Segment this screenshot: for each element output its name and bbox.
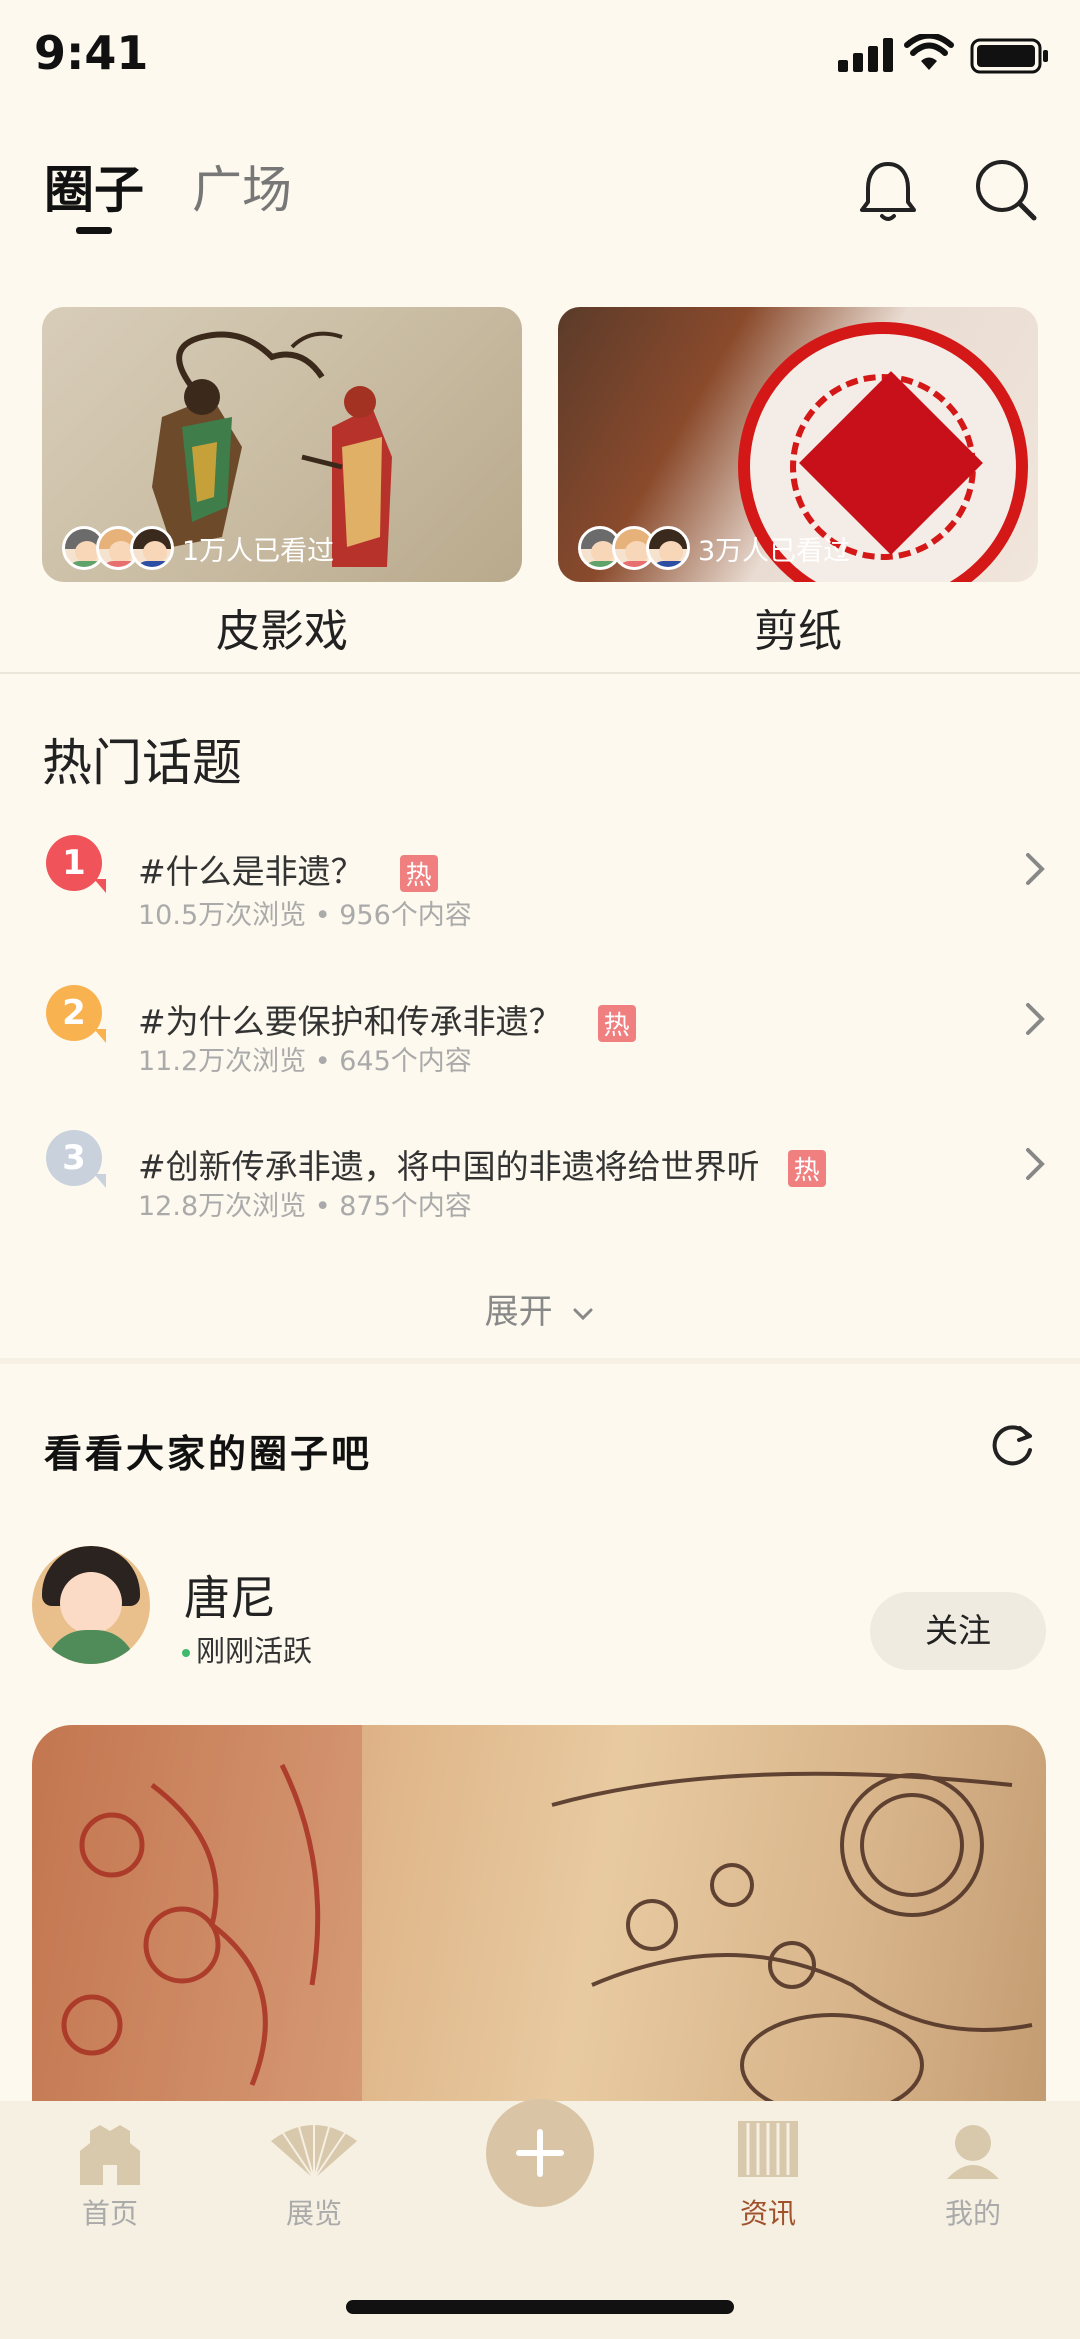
status-time: 9:41	[34, 26, 149, 80]
topic-title: #创新传承非遗，将中国的非遗将给世界听热	[138, 1140, 826, 1188]
tab-indicator	[76, 227, 112, 234]
nav-label: 首页	[81, 2197, 138, 2230]
topic-meta: 11.2万次浏览 • 645个内容	[138, 1046, 472, 1077]
signal-icon	[838, 38, 893, 72]
post-image[interactable]	[32, 1725, 1046, 2145]
hot-badge: 热	[787, 1150, 826, 1187]
topic-item[interactable]: 3 #创新传承非遗，将中国的非遗将给世界听热 12.8万次浏览 • 875个内容	[0, 1130, 1080, 1240]
topic-meta: 10.5万次浏览 • 956个内容	[138, 900, 472, 931]
follow-button[interactable]: 关注	[870, 1592, 1046, 1670]
topic-title: #什么是非遗？热	[138, 845, 438, 893]
wifi-icon	[904, 34, 954, 70]
circle-title[interactable]: 剪纸	[558, 595, 1038, 659]
chevron-right-icon	[1026, 1148, 1045, 1180]
nav-label: 我的	[944, 2197, 1001, 2230]
circle-card-shadow-play[interactable]: 1万人已看过	[42, 307, 522, 582]
bell-icon[interactable]	[858, 158, 918, 224]
hot-badge: 热	[399, 855, 438, 892]
viewers-count: 1万人已看过	[182, 535, 335, 567]
home-indicator	[346, 2300, 734, 2314]
chevron-right-icon	[1026, 853, 1045, 885]
topic-item[interactable]: 1 #什么是非遗？热 10.5万次浏览 • 956个内容	[0, 835, 1080, 945]
section-divider	[0, 1358, 1080, 1364]
search-icon[interactable]	[972, 156, 1040, 224]
chevron-right-icon	[1026, 1003, 1045, 1035]
fan-icon	[271, 2125, 357, 2180]
tab-square[interactable]: 广场	[192, 150, 292, 222]
status-bar: 9:41	[0, 0, 1080, 110]
avatar[interactable]	[32, 1546, 150, 1664]
scroll-icon	[738, 2121, 798, 2177]
hot-badge: 热	[597, 1005, 636, 1042]
circle-title[interactable]: 皮影戏	[42, 595, 522, 659]
viewer-avatars: 3万人已看过	[578, 526, 850, 570]
viewer-avatar	[646, 526, 690, 570]
user-name[interactable]: 唐尼	[184, 1562, 276, 1628]
battery-icon	[970, 38, 1048, 74]
topic-meta: 12.8万次浏览 • 875个内容	[138, 1191, 472, 1222]
user-status: 刚刚活跃	[182, 1628, 312, 1670]
chevron-down-icon	[573, 1308, 593, 1320]
user-icon	[947, 2125, 999, 2179]
add-button[interactable]	[486, 2099, 594, 2207]
topic-title: #为什么要保护和传承非遗？热	[138, 995, 636, 1043]
rank-badge: 3	[46, 1130, 106, 1188]
expand-button[interactable]: 展开	[0, 1284, 1080, 1333]
tab-circles[interactable]: 圈子	[44, 150, 144, 222]
nav-label: 展览	[285, 2197, 342, 2230]
viewers-count: 3万人已看过	[698, 535, 851, 567]
divider	[0, 672, 1080, 674]
circle-card-paper-cut[interactable]: 3万人已看过	[558, 307, 1038, 582]
paper-cut-post-art	[32, 1725, 1033, 2145]
refresh-icon[interactable]	[990, 1422, 1036, 1468]
active-dot	[182, 1649, 190, 1657]
topic-item[interactable]: 2 #为什么要保护和传承非遗？热 11.2万次浏览 • 645个内容	[0, 985, 1080, 1095]
hot-topics-title: 热门话题	[42, 734, 242, 792]
circles-feed-title: 看看大家的圈子吧	[44, 1431, 373, 1476]
rank-badge: 2	[46, 985, 106, 1043]
home-icon	[80, 2125, 140, 2185]
rank-badge: 1	[46, 835, 106, 893]
viewer-avatars: 1万人已看过	[62, 526, 334, 570]
viewer-avatar	[130, 526, 174, 570]
nav-label: 资讯	[739, 2197, 796, 2230]
